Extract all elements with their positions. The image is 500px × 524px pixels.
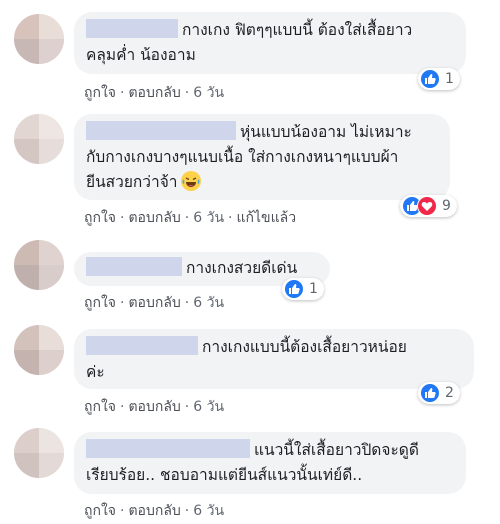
like-link[interactable]: ถูกใจ [84, 210, 116, 226]
comment-text-line: กางเกงแบบนี้ต้องเสื้อยาวหน่อย [202, 338, 407, 356]
blurred-author-name[interactable] [86, 121, 236, 140]
avatar[interactable] [14, 14, 64, 64]
separator-dot: · [228, 210, 233, 226]
avatar[interactable] [14, 428, 64, 478]
avatar[interactable] [14, 114, 64, 164]
avatar[interactable] [14, 240, 64, 290]
reaction-count: 1 [445, 71, 454, 87]
blurred-author-name[interactable] [86, 439, 250, 458]
separator-dot: · [120, 399, 125, 415]
reaction-count: 1 [309, 281, 318, 297]
reaction-summary[interactable]: 1 [282, 278, 324, 300]
separator-dot: · [184, 399, 190, 415]
timestamp[interactable]: 6 วัน [193, 210, 224, 226]
blurred-author-name[interactable] [86, 336, 198, 355]
like-link[interactable]: ถูกใจ [84, 295, 116, 311]
timestamp[interactable]: 6 วัน [193, 503, 224, 519]
like-link[interactable]: ถูกใจ [84, 399, 116, 415]
reaction-count: 2 [445, 385, 454, 401]
like-link[interactable]: ถูกใจ [84, 503, 116, 519]
timestamp[interactable]: 6 วัน [193, 85, 224, 101]
thumbs-up-icon [284, 279, 304, 299]
comment-bubble: หุ่นแบบน้องอาม ไม่เหมาะ กับกางเกงบางๆแนบ… [74, 114, 450, 200]
separator-dot: · [120, 503, 125, 519]
avatar[interactable] [14, 325, 64, 375]
comment-text-line: คลุมค่ำ น้องอาม [86, 46, 196, 64]
separator-dot: · [120, 210, 125, 226]
comment-bubble: กางเกงแบบนี้ต้องเสื้อยาวหน่อย ค่ะ [74, 329, 474, 389]
comment-bubble: กางเกง ฟิตๆๆแบบนี้ ต้องใส่เสื้อยาว คลุมค… [74, 12, 466, 74]
timestamp[interactable]: 6 วัน [193, 295, 224, 311]
reaction-summary[interactable]: 1 [418, 68, 460, 90]
reply-link[interactable]: ตอบกลับ [128, 85, 180, 101]
thumbs-up-icon [420, 69, 440, 89]
timestamp[interactable]: 6 วัน [193, 399, 224, 415]
reply-link[interactable]: ตอบกลับ [128, 503, 180, 519]
comment-text-line: ค่ะ [86, 363, 105, 381]
reply-link[interactable]: ตอบกลับ [128, 210, 180, 226]
thumbs-up-icon [420, 383, 440, 403]
like-link[interactable]: ถูกใจ [84, 85, 116, 101]
separator-dot: · [184, 295, 190, 311]
separator-dot: · [120, 85, 125, 101]
comment-text-line: เรียบร้อย.. ชอบอามแต่ยีนส์แนวนั้นเท่ย์ดี… [86, 466, 363, 484]
separator-dot: · [184, 503, 190, 519]
comment-text-line: แนวนี้ใส่เสื้อยาวปิดจะดูดี [254, 441, 419, 459]
reply-link[interactable]: ตอบกลับ [128, 399, 180, 415]
heart-icon [417, 196, 437, 216]
separator-dot: · [184, 85, 190, 101]
comment-text-line: ยีนสวยกว่าจ้า [86, 173, 178, 191]
edited-indicator[interactable]: แก้ไขแล้ว [237, 210, 297, 226]
comment-text-line: กับกางเกงบางๆแนบเนื้อ ใส่กางเกงหนาๆแบบผ้… [86, 148, 399, 166]
separator-dot: · [184, 210, 190, 226]
reply-link[interactable]: ตอบกลับ [128, 295, 180, 311]
comment-text-line: กางเกงสวยดีเด่น [186, 259, 298, 277]
comment-text-line: กางเกง ฟิตๆๆแบบนี้ ต้องใส่เสื้อยาว [182, 21, 413, 39]
reaction-summary[interactable]: 9 [400, 195, 457, 217]
reaction-summary[interactable]: 2 [418, 382, 460, 404]
comment-bubble: แนวนี้ใส่เสื้อยาวปิดจะดูดี เรียบร้อย.. ช… [74, 432, 466, 494]
reaction-count: 9 [442, 198, 451, 214]
blurred-author-name[interactable] [86, 257, 182, 276]
laughing-emoji-icon [180, 171, 201, 191]
blurred-author-name[interactable] [86, 19, 178, 38]
comment-text-line: หุ่นแบบน้องอาม ไม่เหมาะ [240, 123, 412, 141]
separator-dot: · [120, 295, 125, 311]
